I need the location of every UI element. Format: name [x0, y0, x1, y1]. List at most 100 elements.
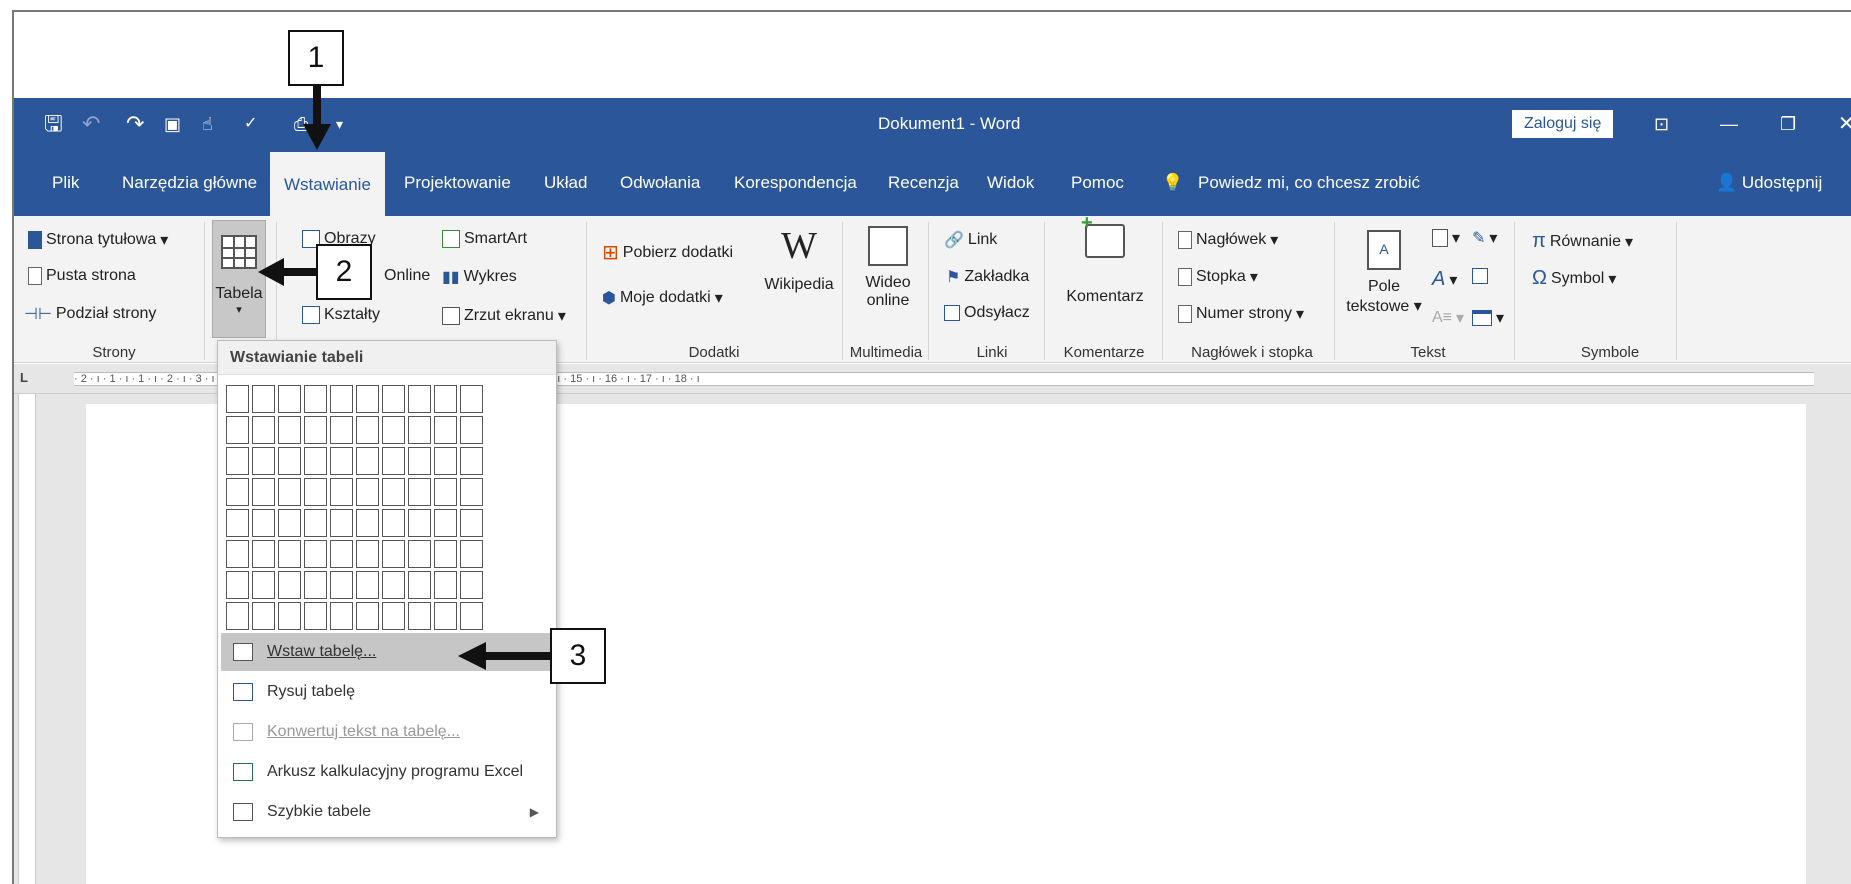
redo-icon[interactable]: ↷: [126, 98, 144, 150]
grid-cell[interactable]: [278, 571, 301, 599]
tab-narzedzia-glowne[interactable]: Narzędzia główne: [122, 150, 257, 216]
grid-cell[interactable]: [356, 385, 379, 413]
screenshot-button[interactable]: Zrzut ekranu ▾: [442, 306, 566, 326]
grid-cell[interactable]: [330, 416, 353, 444]
ribbon-display-icon[interactable]: ⊡: [1654, 98, 1669, 150]
grid-cell[interactable]: [382, 602, 405, 630]
quick-parts-button[interactable]: ▾: [1432, 228, 1460, 248]
text-box-button[interactable]: A Pole tekstowe ▾: [1342, 230, 1426, 316]
grid-cell[interactable]: [434, 509, 457, 537]
wikipedia-button[interactable]: W Wikipedia: [764, 224, 834, 294]
grid-cell[interactable]: [408, 540, 431, 568]
grid-cell[interactable]: [278, 478, 301, 506]
convert-text-to-table-menu-item[interactable]: Konwertuj tekst na tabelę...: [221, 713, 553, 751]
grid-cell[interactable]: [278, 509, 301, 537]
date-time-button[interactable]: [1472, 268, 1488, 284]
comment-button[interactable]: + Komentarz: [1060, 212, 1150, 306]
save-icon[interactable]: 🖫: [44, 98, 63, 150]
grid-cell[interactable]: [226, 509, 249, 537]
grid-cell[interactable]: [408, 385, 431, 413]
draw-table-menu-item[interactable]: Rysuj tabelę: [221, 673, 553, 711]
tab-wstawianie[interactable]: Wstawianie: [270, 150, 385, 216]
grid-cell[interactable]: [330, 447, 353, 475]
tab-recenzja[interactable]: Recenzja: [888, 150, 959, 216]
tab-uklad[interactable]: Układ: [544, 150, 587, 216]
touch-icon[interactable]: ☝: [202, 98, 213, 150]
grid-cell[interactable]: [226, 385, 249, 413]
quick-tables-menu-item[interactable]: Szybkie tabele ▶: [221, 793, 553, 831]
excel-spreadsheet-menu-item[interactable]: Arkusz kalkulacyjny programu Excel: [221, 753, 553, 791]
grid-cell[interactable]: [356, 416, 379, 444]
grid-cell[interactable]: [460, 602, 483, 630]
grid-cell[interactable]: [460, 447, 483, 475]
grid-cell[interactable]: [226, 478, 249, 506]
undo-icon[interactable]: ↶: [82, 98, 100, 150]
get-addins-button[interactable]: ⊞ Pobierz dodatki: [602, 240, 733, 265]
drop-cap-button[interactable]: A≡ ▾: [1432, 308, 1464, 328]
grid-cell[interactable]: [278, 385, 301, 413]
grid-cell[interactable]: [460, 416, 483, 444]
minimize-icon[interactable]: —: [1720, 98, 1738, 150]
grid-cell[interactable]: [252, 509, 275, 537]
header-button[interactable]: Nagłówek ▾: [1178, 230, 1278, 250]
table-size-grid[interactable]: [226, 385, 483, 630]
footer-button[interactable]: Stopka ▾: [1178, 267, 1258, 287]
cover-page-button[interactable]: Strona tytułowa ▾: [28, 230, 168, 250]
grid-cell[interactable]: [252, 416, 275, 444]
grid-cell[interactable]: [304, 416, 327, 444]
tab-plik[interactable]: Plik: [52, 150, 79, 216]
grid-cell[interactable]: [408, 416, 431, 444]
grid-cell[interactable]: [382, 540, 405, 568]
signin-button[interactable]: Zaloguj się: [1512, 110, 1614, 138]
grid-cell[interactable]: [408, 509, 431, 537]
grid-cell[interactable]: [434, 385, 457, 413]
grid-cell[interactable]: [330, 385, 353, 413]
grid-cell[interactable]: [382, 478, 405, 506]
grid-cell[interactable]: [278, 540, 301, 568]
grid-cell[interactable]: [330, 509, 353, 537]
blank-page-button[interactable]: Pusta strona: [28, 267, 136, 285]
tab-odwolania[interactable]: Odwołania: [620, 150, 700, 216]
grid-cell[interactable]: [330, 478, 353, 506]
grid-cell[interactable]: [356, 571, 379, 599]
grid-cell[interactable]: [252, 447, 275, 475]
signature-button[interactable]: ✎ ▾: [1472, 228, 1497, 248]
grid-cell[interactable]: [304, 447, 327, 475]
grid-cell[interactable]: [434, 540, 457, 568]
tab-pomoc[interactable]: Pomoc: [1071, 150, 1124, 216]
close-icon[interactable]: ✕: [1838, 98, 1851, 150]
grid-cell[interactable]: [356, 602, 379, 630]
grid-cell[interactable]: [460, 540, 483, 568]
grid-cell[interactable]: [226, 602, 249, 630]
shapes-button[interactable]: Kształty: [302, 306, 380, 324]
cross-reference-button[interactable]: Odsyłacz: [944, 304, 1030, 322]
grid-cell[interactable]: [304, 571, 327, 599]
grid-cell[interactable]: [252, 571, 275, 599]
grid-cell[interactable]: [460, 478, 483, 506]
tell-me-search[interactable]: Powiedz mi, co chcesz zrobić: [1198, 150, 1420, 216]
smartart-button[interactable]: SmartArt: [442, 230, 527, 248]
tab-projektowanie[interactable]: Projektowanie: [404, 150, 511, 216]
grid-cell[interactable]: [226, 416, 249, 444]
grid-cell[interactable]: [356, 540, 379, 568]
grid-cell[interactable]: [278, 416, 301, 444]
bookmark-button[interactable]: ⚑ Zakładka: [946, 267, 1029, 287]
grid-cell[interactable]: [408, 602, 431, 630]
grid-cell[interactable]: [408, 447, 431, 475]
tab-selector-icon[interactable]: L: [20, 370, 28, 385]
page-break-button[interactable]: ⊣⊢ Podział strony: [24, 304, 156, 324]
grid-cell[interactable]: [356, 447, 379, 475]
grid-cell[interactable]: [382, 509, 405, 537]
grid-cell[interactable]: [434, 447, 457, 475]
grid-cell[interactable]: [382, 447, 405, 475]
grid-cell[interactable]: [304, 509, 327, 537]
grid-cell[interactable]: [434, 478, 457, 506]
tab-korespondencja[interactable]: Korespondencja: [734, 150, 857, 216]
grid-cell[interactable]: [382, 385, 405, 413]
grid-cell[interactable]: [382, 571, 405, 599]
grid-cell[interactable]: [252, 478, 275, 506]
grid-cell[interactable]: [434, 416, 457, 444]
grid-cell[interactable]: [252, 602, 275, 630]
format-icon[interactable]: ▣: [164, 98, 181, 150]
grid-cell[interactable]: [330, 540, 353, 568]
